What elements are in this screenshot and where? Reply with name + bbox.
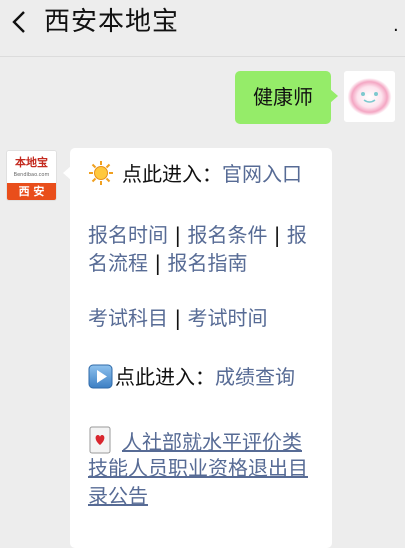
- separator: |: [148, 251, 168, 275]
- user-message-bubble[interactable]: 健康师: [235, 71, 338, 124]
- separator: |: [168, 306, 188, 330]
- exam-links-line: 考试科目 | 考试时间: [88, 304, 328, 332]
- exam-subjects-link[interactable]: 考试科目: [88, 306, 168, 330]
- registration-links-line-2: 名流程 | 报名指南: [88, 249, 328, 277]
- announcement-line-3: 录公告: [88, 482, 328, 510]
- card-icon: [89, 426, 111, 454]
- bot-logo-name: 本地宝: [15, 156, 48, 169]
- registration-guide-link[interactable]: 报名指南: [167, 251, 247, 275]
- exam-time-link[interactable]: 考试时间: [187, 306, 267, 330]
- score-query-link[interactable]: 成绩查询: [215, 365, 295, 389]
- back-button[interactable]: [8, 6, 30, 38]
- registration-links-line: 报名时间 | 报名条件 | 报: [88, 221, 328, 249]
- separator: |: [168, 223, 188, 247]
- announcement-link-part1[interactable]: 人社部就水平评价类: [122, 430, 302, 454]
- announcement-link-part3[interactable]: 录公告: [88, 484, 148, 508]
- back-icon: [12, 11, 25, 33]
- separator: |: [267, 223, 287, 247]
- bot-message-bubble: 点此进入：官网入口 报名时间 | 报名条件 | 报 名流程 | 报名指南 考试科…: [63, 148, 332, 548]
- user-avatar[interactable]: [344, 71, 395, 122]
- score-query-prefix: 点此进入：: [115, 365, 215, 389]
- play-icon: [88, 364, 113, 389]
- more-button[interactable]: .: [393, 17, 401, 35]
- registration-time-link[interactable]: 报名时间: [88, 223, 168, 247]
- bot-logo-city: 西 安: [7, 183, 56, 200]
- header-divider: [0, 56, 405, 57]
- bot-logo-site: Bendibao.com: [13, 172, 50, 178]
- chat-header: 西安本地宝 .: [0, 0, 405, 48]
- announcement-link-part2[interactable]: 技能人员职业资格退出目: [88, 456, 308, 480]
- official-site-prefix: 点此进入：: [122, 162, 222, 186]
- registration-conditions-link[interactable]: 报名条件: [187, 223, 267, 247]
- sun-icon: [89, 161, 113, 185]
- smiley-avatar-icon: [344, 71, 395, 122]
- bot-logo: 本地宝 Bendibao.com: [7, 151, 56, 182]
- bot-avatar[interactable]: 本地宝 Bendibao.com 西 安: [6, 150, 57, 201]
- announcement-line-1: 人社部就水平评价类: [88, 426, 328, 456]
- registration-process-link-part1[interactable]: 报: [287, 223, 307, 247]
- announcement-line-2: 技能人员职业资格退出目: [88, 454, 328, 482]
- chat-title: 西安本地宝: [44, 7, 180, 37]
- official-site-link[interactable]: 官网入口: [222, 162, 302, 186]
- registration-process-link-part2[interactable]: 名流程: [88, 251, 148, 275]
- official-site-line: 点此进入：官网入口: [88, 160, 328, 188]
- score-query-line: 点此进入：成绩查询: [88, 363, 328, 391]
